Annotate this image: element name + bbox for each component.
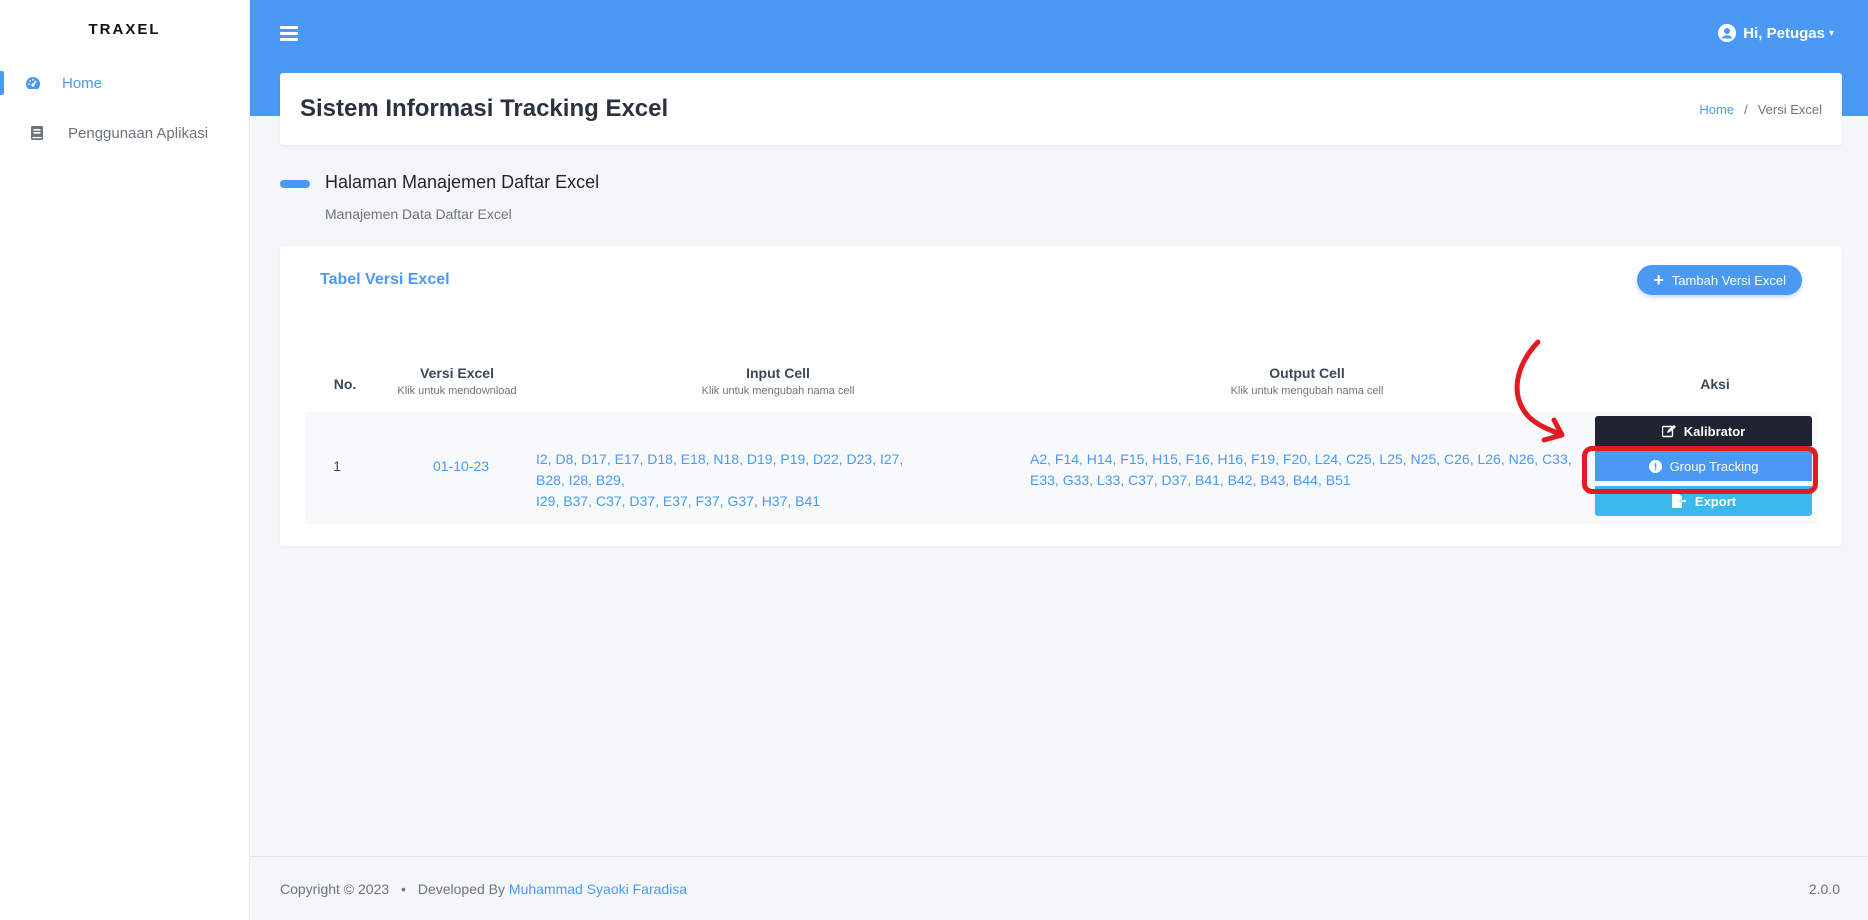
annotation-highlight-box bbox=[1582, 446, 1818, 494]
row-number: 1 bbox=[333, 458, 341, 474]
annotation-arrow-icon bbox=[1514, 339, 1565, 443]
column-header-hint: Klik untuk mengubah nama cell bbox=[701, 385, 855, 397]
column-header-label: Aksi bbox=[1700, 376, 1730, 392]
hamburger-icon[interactable] bbox=[280, 26, 298, 42]
brand-logo[interactable]: TRAXEL bbox=[0, 0, 249, 58]
add-excel-version-button[interactable]: + Tambah Versi Excel bbox=[1637, 265, 1802, 295]
add-button-label: Tambah Versi Excel bbox=[1671, 272, 1786, 288]
column-header-hint: Klik untuk mengubah nama cell bbox=[1230, 385, 1384, 397]
section-subtitle: Manajemen Data Daftar Excel bbox=[325, 206, 512, 222]
input-cells-line: I2, D8, D17, E17, D18, E18, N18, D19, P1… bbox=[536, 451, 904, 488]
plus-icon: + bbox=[1653, 270, 1664, 290]
sidebar-item-label: Home bbox=[62, 74, 103, 92]
column-header-label: Output Cell bbox=[1269, 365, 1345, 381]
user-menu-dropdown[interactable]: Hi, Petugas ▾ bbox=[1718, 24, 1834, 42]
page-title: Sistem Informasi Tracking Excel bbox=[300, 95, 669, 122]
book-icon bbox=[28, 124, 46, 142]
column-header-input: Input Cell Klik untuk mengubah nama cell bbox=[678, 365, 878, 397]
sidebar-item-home[interactable]: Home bbox=[0, 58, 249, 108]
export-label: Export bbox=[1694, 493, 1737, 509]
user-circle-icon bbox=[1718, 24, 1737, 42]
section-accent-bar bbox=[280, 180, 310, 188]
footer-separator: • bbox=[401, 880, 406, 897]
table-title: Tabel Versi Excel bbox=[320, 271, 450, 288]
input-cells-link[interactable]: I2, D8, D17, E17, D18, E18, N18, D19, P1… bbox=[536, 449, 916, 512]
breadcrumb-current: Versi Excel bbox=[1757, 101, 1822, 117]
breadcrumb-separator: / bbox=[1744, 101, 1748, 117]
kalibrator-button[interactable]: Kalibrator bbox=[1595, 416, 1812, 446]
column-header-label: Input Cell bbox=[746, 365, 810, 381]
footer-credits: Copyright © 2023 • Developed By Muhammad… bbox=[280, 881, 687, 897]
breadcrumb: Home / Versi Excel bbox=[1699, 102, 1822, 117]
excel-version-download-link[interactable]: 01-10-23 bbox=[401, 458, 521, 474]
footer: Copyright © 2023 • Developed By Muhammad… bbox=[250, 856, 1868, 920]
section-title: Halaman Manajemen Daftar Excel bbox=[325, 172, 600, 192]
sidebar: TRAXEL Home Penggunaan Aplikasi bbox=[0, 0, 250, 920]
kalibrator-label: Kalibrator bbox=[1683, 423, 1746, 439]
developed-by-text: Developed By bbox=[417, 880, 506, 897]
column-header-label: Versi Excel bbox=[420, 365, 494, 381]
developer-link[interactable]: Muhammad Syaoki Faradisa bbox=[509, 881, 687, 897]
column-header-no: No. bbox=[320, 376, 370, 392]
column-header-output: Output Cell Klik untuk mengubah nama cel… bbox=[1207, 365, 1407, 397]
breadcrumb-home-link[interactable]: Home bbox=[1699, 102, 1734, 117]
column-header-hint: Klik untuk mendownload bbox=[397, 385, 517, 397]
sidebar-item-penggunaan-aplikasi[interactable]: Penggunaan Aplikasi bbox=[0, 108, 249, 158]
dashboard-icon bbox=[24, 74, 42, 92]
caret-down-icon: ▾ bbox=[1828, 27, 1834, 39]
file-export-icon bbox=[1671, 494, 1687, 508]
table-card: Tabel Versi Excel + Tambah Versi Excel N… bbox=[280, 246, 1842, 546]
sidebar-item-label: Penggunaan Aplikasi bbox=[68, 124, 209, 142]
user-greeting: Hi, Petugas bbox=[1743, 24, 1825, 42]
output-cells-line: A2, F14, H14, F15, H15, F16, H16, F19, F… bbox=[1030, 451, 1572, 467]
copyright-text: Copyright © 2023 bbox=[280, 880, 390, 897]
edit-icon bbox=[1661, 424, 1676, 438]
version-text: 2.0.0 bbox=[1808, 880, 1840, 897]
output-cells-link[interactable]: A2, F14, H14, F15, H15, F16, H16, F19, F… bbox=[1030, 449, 1598, 491]
column-header-versi: Versi Excel Klik untuk mendownload bbox=[382, 365, 532, 397]
column-header-aksi: Aksi bbox=[1640, 376, 1790, 392]
input-cells-line: I29, B37, C37, D37, E37, F37, G37, H37, … bbox=[536, 493, 821, 509]
page-title-card: Sistem Informasi Tracking Excel Home / V… bbox=[280, 73, 1842, 145]
output-cells-line: E33, G33, L33, C37, D37, B41, B42, B43, … bbox=[1030, 472, 1351, 488]
column-header-label: No. bbox=[333, 376, 357, 392]
